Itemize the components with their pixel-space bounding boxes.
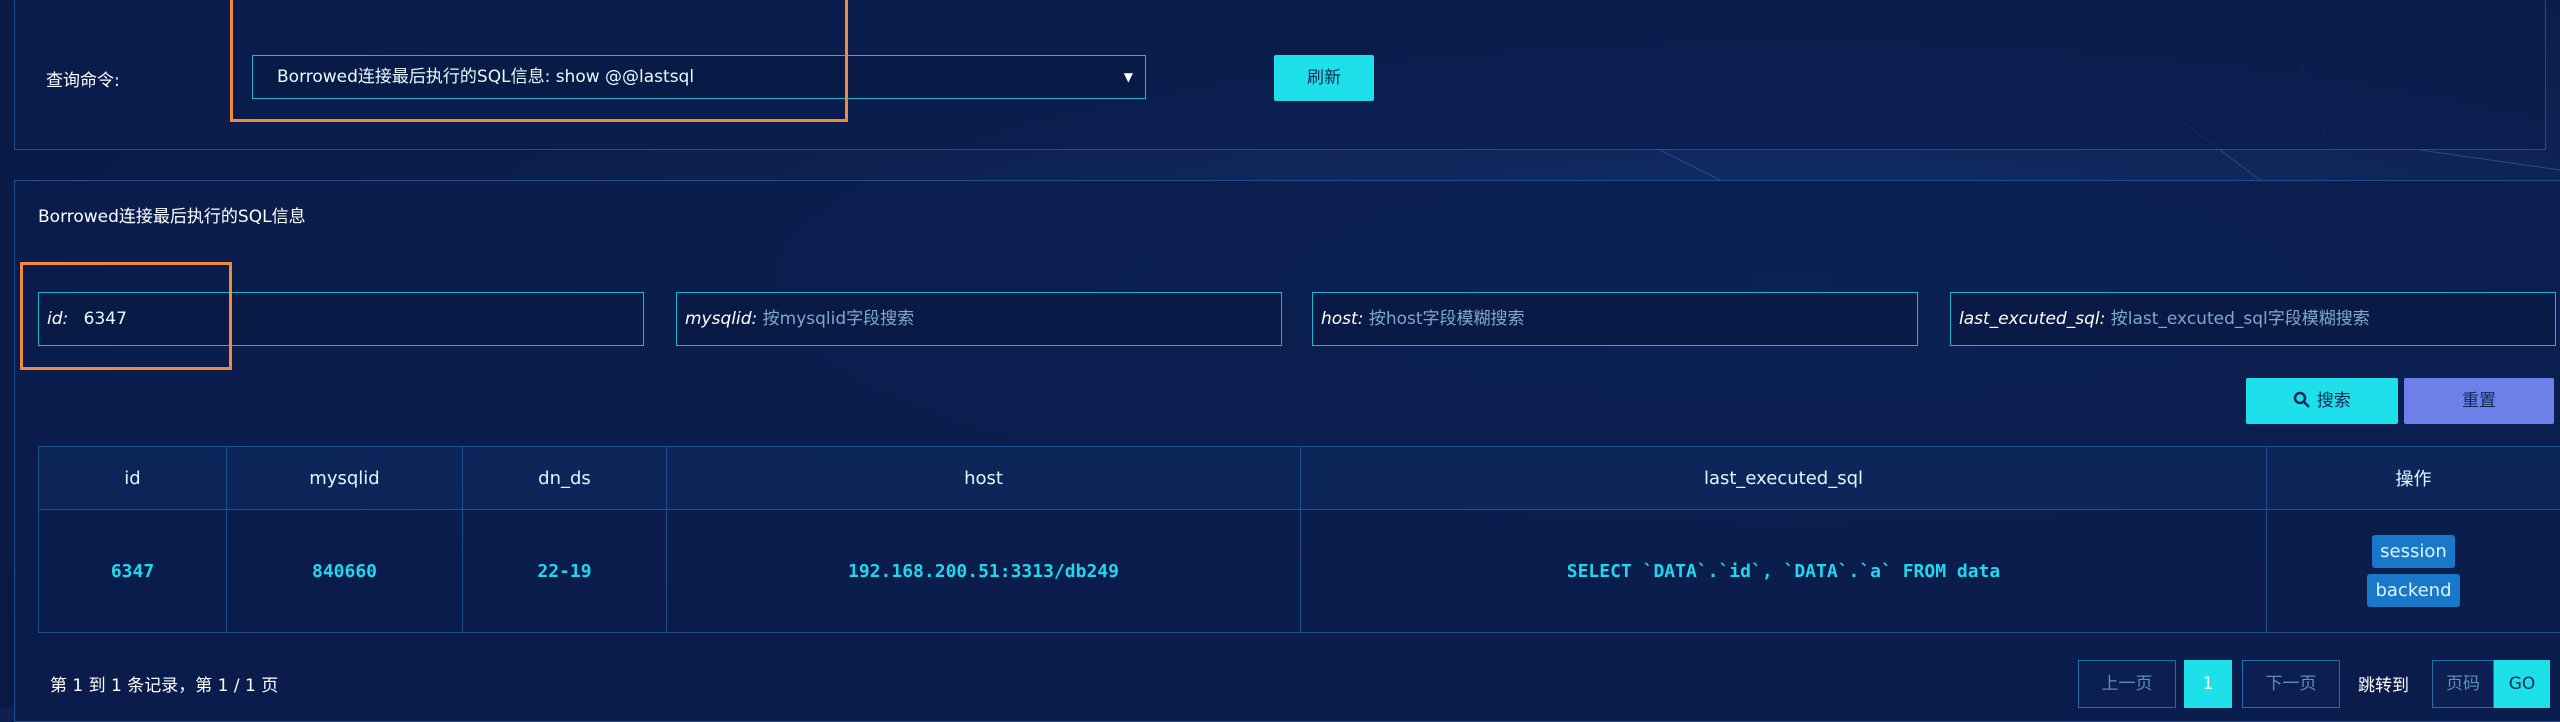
filter-sql-label: last_excuted_sql:: [1959, 309, 2105, 329]
page-1-button[interactable]: 1: [2184, 660, 2232, 708]
filter-host-placeholder: 按host字段模糊搜索: [1369, 309, 1525, 329]
column-header-actions: 操作: [2267, 447, 2560, 510]
cell-actions: session backend: [2267, 510, 2560, 633]
pagination-summary: 第 1 到 1 条记录，第 1 / 1 页: [50, 671, 278, 696]
cell-id: 6347: [39, 510, 227, 633]
results-table: id mysqlid dn_ds host last_executed_sql …: [38, 446, 2560, 633]
jump-to-label: 跳转到: [2358, 671, 2409, 696]
column-header-dn-ds[interactable]: dn_ds: [463, 447, 667, 510]
reset-button[interactable]: 重置: [2404, 378, 2554, 424]
query-command-label: 查询命令:: [46, 66, 120, 91]
filter-last-executed-sql[interactable]: last_excuted_sql: 按last_excuted_sql字段模糊搜…: [1950, 292, 2556, 346]
chevron-down-icon: ▼: [1124, 56, 1133, 98]
highlight-box-select: [230, 0, 848, 122]
filter-host[interactable]: host: 按host字段模糊搜索: [1312, 292, 1918, 346]
page-number-input[interactable]: 页码: [2432, 660, 2494, 708]
highlight-box-id: [20, 262, 232, 370]
filter-sql-placeholder: 按last_excuted_sql字段模糊搜索: [2111, 309, 2370, 329]
column-header-host[interactable]: host: [667, 447, 1301, 510]
cell-dn-ds: 22-19: [463, 510, 667, 633]
filter-host-label: host:: [1321, 309, 1363, 329]
cell-mysqlid: 840660: [227, 510, 463, 633]
filter-mysqlid[interactable]: mysqlid: 按mysqlid字段搜索: [676, 292, 1282, 346]
cell-last-executed-sql: SELECT `DATA`.`id`, `DATA`.`a` FROM data: [1301, 510, 2267, 633]
search-icon: [2293, 391, 2311, 409]
filter-mysqlid-label: mysqlid:: [685, 309, 757, 329]
panel-title: Borrowed连接最后执行的SQL信息: [38, 202, 306, 227]
session-button[interactable]: session: [2372, 535, 2455, 568]
table-header-row: id mysqlid dn_ds host last_executed_sql …: [39, 447, 2560, 510]
filter-mysqlid-placeholder: 按mysqlid字段搜索: [763, 309, 915, 329]
refresh-button[interactable]: 刷新: [1274, 55, 1374, 101]
column-header-mysqlid[interactable]: mysqlid: [227, 447, 463, 510]
search-button[interactable]: 搜索: [2246, 378, 2398, 424]
column-header-id[interactable]: id: [39, 447, 227, 510]
column-header-last-executed-sql[interactable]: last_executed_sql: [1301, 447, 2267, 510]
backend-button[interactable]: backend: [2367, 574, 2459, 607]
search-button-label: 搜索: [2317, 391, 2351, 411]
cell-host: 192.168.200.51:3313/db249: [667, 510, 1301, 633]
go-button[interactable]: GO: [2494, 660, 2550, 708]
next-page-button[interactable]: 下一页: [2242, 660, 2340, 708]
table-row: 6347 840660 22-19 192.168.200.51:3313/db…: [39, 510, 2560, 633]
prev-page-button[interactable]: 上一页: [2078, 660, 2176, 708]
